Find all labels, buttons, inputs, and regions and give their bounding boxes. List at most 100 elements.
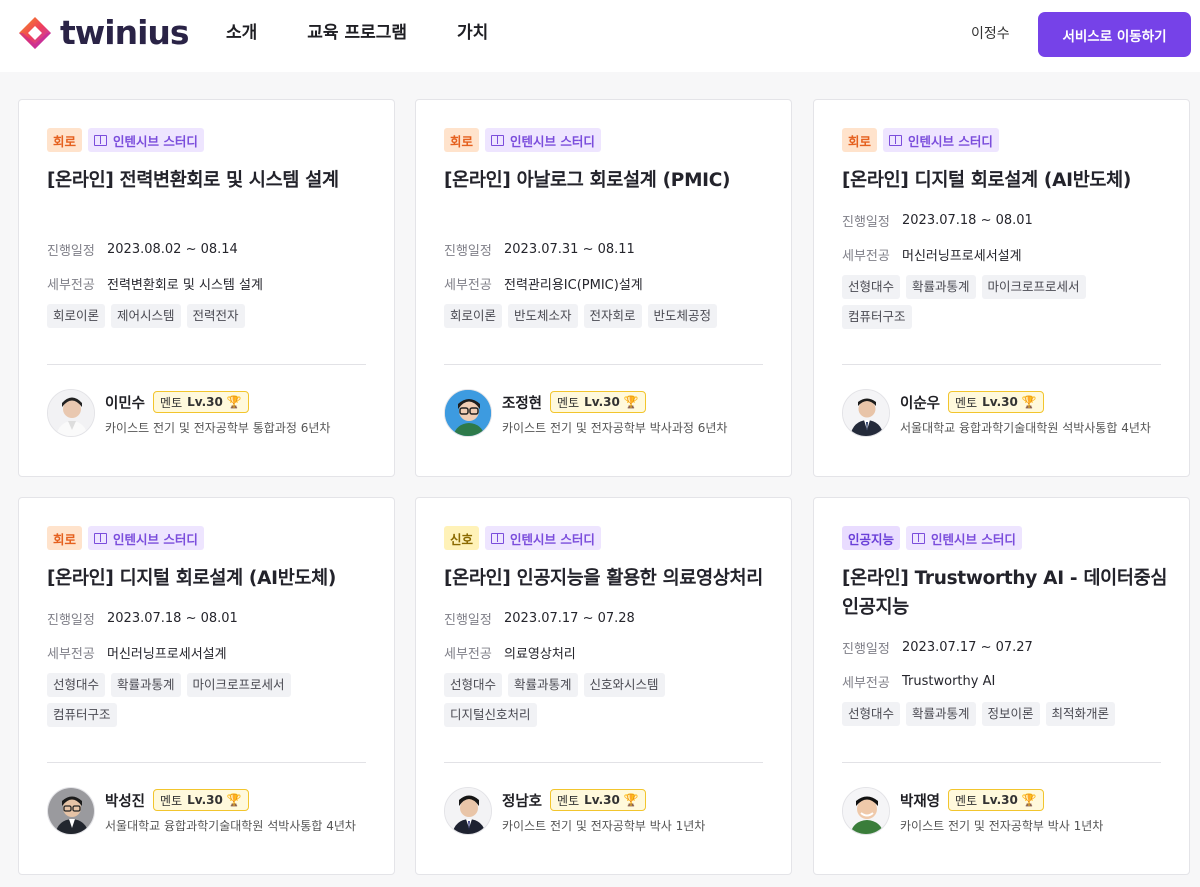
nav-item-programs[interactable]: 교육 프로그램 (307, 20, 407, 46)
card-tags: 신호 인텐시브 스터디 (444, 526, 763, 550)
nav-item-values[interactable]: 가치 (457, 20, 488, 46)
keyword-chip: 선형대수 (444, 673, 503, 697)
keyword-chip: 확률과통계 (906, 275, 976, 299)
keyword-chip: 확률과통계 (508, 673, 578, 697)
card-info: 진행일정 2023.07.17 ~ 07.27 세부전공 Trustworthy A… (842, 630, 1161, 698)
trophy-icon: 🏆 (1021, 793, 1037, 807)
major-value: 머신러닝프로세서설계 (902, 248, 1022, 264)
card-divider (444, 364, 763, 365)
card-tags: 회로 인텐시브 스터디 (47, 128, 366, 152)
badge-level: Lv.30 (982, 395, 1018, 409)
badge-role: 멘토 (955, 793, 978, 808)
program-card[interactable]: 인공지능 인텐시브 스터디 [온라인] Trustworthy AI - 데이터… (813, 497, 1190, 875)
go-to-service-button[interactable]: 서비스로 이동하기 (1038, 12, 1191, 57)
badge-level: Lv.30 (187, 395, 223, 409)
type-tag: 인텐시브 스터디 (88, 128, 204, 152)
mentor-level-badge: 멘토 Lv.30 🏆 (153, 789, 249, 811)
card-divider (47, 762, 366, 763)
mentor-row: 박성진 멘토 Lv.30 🏆 서울대학교 융합과학기술대학원 석박사통합 4년차 (47, 787, 356, 835)
mentor-row: 조정현 멘토 Lv.30 🏆 카이스트 전기 및 전자공학부 박사과정 6년차 (444, 389, 727, 437)
schedule-label: 진행일정 (47, 243, 95, 259)
badge-role: 멘토 (557, 793, 580, 808)
keyword-chip: 회로이론 (47, 304, 106, 328)
book-icon (491, 532, 505, 544)
logo-wordmark: twinius (60, 13, 190, 52)
top-header: twinius 소개 교육 프로그램 가치 이정수 서비스로 이동하기 (0, 0, 1200, 72)
mentor-avatar (47, 389, 95, 437)
type-tag: 인텐시브 스터디 (485, 526, 601, 550)
badge-role: 멘토 (557, 395, 580, 410)
major-value: 머신러닝프로세서설계 (107, 646, 227, 662)
type-tag: 인텐시브 스터디 (88, 526, 204, 550)
schedule-value: 2023.07.17 ~ 07.27 (902, 639, 1033, 655)
keyword-list: 회로이론 반도체소자 전자회로 반도체공정 (444, 304, 764, 334)
mentor-level-badge: 멘토 Lv.30 🏆 (153, 391, 249, 413)
keyword-chip: 선형대수 (47, 673, 106, 697)
mentor-name: 이순우 (900, 395, 941, 412)
program-card[interactable]: 회로 인텐시브 스터디 [온라인] 전력변환회로 및 시스템 설계 진행일정 20… (18, 99, 395, 477)
program-card[interactable]: 신호 인텐시브 스터디 [온라인] 인공지능을 활용한 의료영상처리 진행일정 2… (415, 497, 792, 875)
mentor-avatar (47, 787, 95, 835)
card-tags: 회로 인텐시브 스터디 (842, 128, 1161, 152)
keyword-chip: 컴퓨터구조 (842, 305, 912, 329)
card-info: 진행일정 2023.07.31 ~ 08.11 세부전공 전력관리용IC(PMIC)… (444, 232, 763, 300)
mentor-affiliation: 카이스트 전기 및 전자공학부 통합과정 6년차 (105, 421, 331, 435)
logo-mark-icon (19, 17, 51, 49)
program-card[interactable]: 회로 인텐시브 스터디 [온라인] 디지털 회로설계 (AI반도체) 진행일정 2… (813, 99, 1190, 477)
schedule-value: 2023.08.02 ~ 08.14 (107, 241, 238, 257)
trophy-icon: 🏆 (623, 793, 639, 807)
badge-level: Lv.30 (982, 793, 1018, 807)
type-tag-label: 인텐시브 스터디 (908, 133, 993, 149)
twinius-logo[interactable]: twinius (16, 13, 190, 52)
trophy-icon: 🏆 (226, 395, 242, 409)
card-divider (842, 364, 1161, 365)
program-card[interactable]: 회로 인텐시브 스터디 [온라인] 디지털 회로설계 (AI반도체) 진행일정 2… (18, 497, 395, 875)
book-icon (889, 134, 903, 146)
card-info: 진행일정 2023.07.17 ~ 07.28 세부전공 의료영상처리 (444, 601, 763, 669)
mentor-affiliation: 카이스트 전기 및 전자공학부 박사 1년차 (900, 819, 1104, 833)
mentor-avatar (444, 389, 492, 437)
badge-level: Lv.30 (584, 793, 620, 807)
category-tag: 회로 (47, 526, 83, 550)
card-title: [온라인] 아날로그 회로설계 (PMIC) (444, 170, 731, 191)
keyword-chip: 반도체공정 (647, 304, 718, 328)
program-card[interactable]: 회로 인텐시브 스터디 [온라인] 아날로그 회로설계 (PMIC) 진행일정 2… (415, 99, 792, 477)
card-divider (842, 762, 1161, 763)
major-label: 세부전공 (47, 277, 95, 293)
card-tags: 인공지능 인텐시브 스터디 (842, 526, 1161, 550)
mentor-affiliation: 서울대학교 융합과학기술대학원 석박사통합 4년차 (105, 819, 356, 833)
mentor-name: 정남호 (502, 793, 543, 810)
keyword-chip: 전력전자 (186, 304, 245, 328)
schedule-value: 2023.07.18 ~ 08.01 (107, 610, 238, 626)
major-label: 세부전공 (47, 646, 95, 662)
mentor-row: 정남호 멘토 Lv.30 🏆 카이스트 전기 및 전자공학부 박사 1년차 (444, 787, 705, 835)
keyword-chip: 마이크로프로세서 (981, 275, 1086, 299)
type-tag: 인텐시브 스터디 (883, 128, 999, 152)
mentor-name: 박성진 (105, 793, 146, 810)
card-title: [온라인] 디지털 회로설계 (AI반도체) (47, 568, 337, 589)
card-divider (444, 762, 763, 763)
nav-item-about[interactable]: 소개 (226, 20, 257, 46)
major-label: 세부전공 (444, 646, 492, 662)
keyword-chip: 확률과통계 (906, 702, 976, 726)
badge-role: 멘토 (160, 793, 183, 808)
mentor-avatar (444, 787, 492, 835)
main-nav: 소개 교육 프로그램 가치 (226, 20, 538, 46)
keyword-chip: 반도체소자 (508, 304, 578, 328)
major-value: 의료영상처리 (504, 646, 576, 662)
category-tag: 회로 (842, 128, 878, 152)
user-name[interactable]: 이정수 (971, 23, 1010, 45)
card-tags: 회로 인텐시브 스터디 (444, 128, 763, 152)
keyword-chip: 전자회로 (583, 304, 642, 328)
schedule-value: 2023.07.18 ~ 08.01 (902, 212, 1033, 228)
schedule-label: 진행일정 (444, 612, 492, 628)
keyword-list: 선형대수 확률과통계 마이크로프로세서 컴퓨터구조 (47, 673, 367, 733)
book-icon (94, 134, 108, 146)
mentor-avatar (842, 389, 890, 437)
card-info: 진행일정 2023.07.18 ~ 08.01 세부전공 머신러닝프로세서설계 (842, 203, 1161, 271)
type-tag: 인텐시브 스터디 (906, 526, 1022, 550)
mentor-level-badge: 멘토 Lv.30 🏆 (550, 789, 646, 811)
schedule-label: 진행일정 (842, 214, 890, 230)
keyword-chip: 제어시스템 (111, 304, 181, 328)
book-icon (491, 134, 505, 146)
